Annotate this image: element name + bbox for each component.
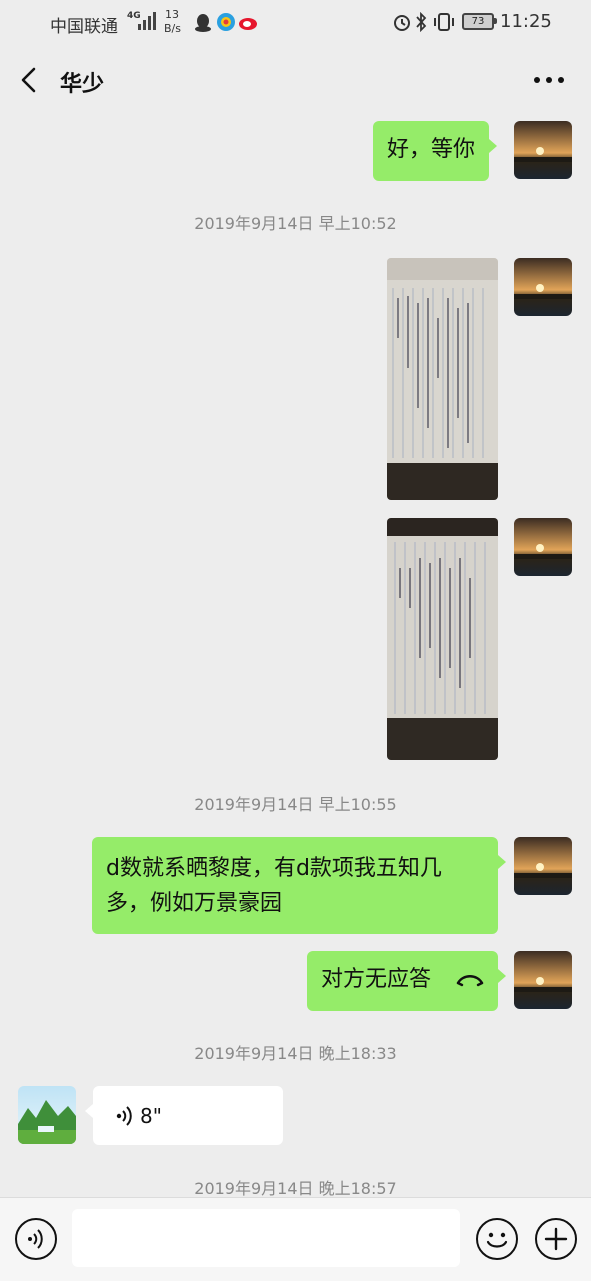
sunset-avatar-image xyxy=(514,518,572,576)
message-bubble-out[interactable]: 好，等你 xyxy=(373,121,498,181)
voice-wave-icon xyxy=(116,1106,132,1126)
clock: 11:25 xyxy=(500,11,552,32)
net-speed-value: 13 xyxy=(165,8,179,21)
hangup-icon xyxy=(456,975,484,987)
chat-title: 华少 xyxy=(60,72,105,97)
plus-icon xyxy=(544,1227,568,1251)
voice-message-bubble[interactable]: 8" xyxy=(85,1086,283,1145)
sunset-avatar-image xyxy=(514,951,572,1009)
voice-toggle-button[interactable] xyxy=(15,1218,57,1260)
sunset-avatar-image xyxy=(514,121,572,179)
call-status-text: 对方无应答 xyxy=(321,967,432,992)
my-avatar[interactable] xyxy=(514,951,572,1009)
browser-icon xyxy=(217,13,235,31)
image-message-notebook-1[interactable] xyxy=(387,258,498,500)
status-bar: 中国联通 4G 13 B/s 73 11:25 xyxy=(0,0,591,44)
message-bubble-out[interactable]: d数就系晒黎度，有d款项我五知几多，例如万景豪园 xyxy=(92,837,506,934)
my-avatar[interactable] xyxy=(514,837,572,895)
message-input[interactable] xyxy=(72,1209,460,1267)
net-speed-unit: B/s xyxy=(164,22,181,35)
notebook-photo-1 xyxy=(387,258,498,500)
emoji-icon xyxy=(486,1232,508,1248)
voice-duration: 8" xyxy=(140,1104,162,1128)
more-icon[interactable] xyxy=(533,76,565,84)
bluetooth-icon xyxy=(416,12,427,32)
qq-icon xyxy=(195,14,211,32)
timestamp: 2019年9月14日 早上10:55 xyxy=(194,795,397,814)
battery-level: 73 xyxy=(471,16,485,27)
alarm-icon xyxy=(394,15,410,31)
signal-icon xyxy=(138,12,156,30)
timestamp: 2019年9月14日 早上10:52 xyxy=(194,214,397,233)
more-functions-button[interactable] xyxy=(535,1218,577,1260)
timestamp: 2019年9月14日 晚上18:57 xyxy=(194,1179,397,1198)
battery-icon: 73 xyxy=(462,13,494,30)
message-text: 好，等你 xyxy=(387,137,476,162)
my-avatar[interactable] xyxy=(514,258,572,316)
my-avatar[interactable] xyxy=(514,121,572,179)
battery-tip xyxy=(494,18,497,24)
timestamp: 2019年9月14日 晚上18:33 xyxy=(194,1044,397,1063)
carrier-label: 中国联通 xyxy=(50,17,118,37)
message-text: d数就系晒黎度，有d款项我五知几多，例如万景豪园 xyxy=(106,856,442,916)
sunset-avatar-image xyxy=(514,258,572,316)
notebook-photo-2 xyxy=(387,518,498,760)
emoji-button[interactable] xyxy=(476,1218,518,1260)
weibo-icon xyxy=(239,18,257,30)
sunset-avatar-image xyxy=(514,837,572,895)
image-message-notebook-2[interactable] xyxy=(387,518,498,760)
back-arrow-icon[interactable] xyxy=(18,66,40,94)
contact-avatar[interactable] xyxy=(18,1086,76,1144)
landscape-avatar-image xyxy=(18,1086,76,1144)
vibrate-icon xyxy=(434,13,454,31)
voice-icon xyxy=(28,1229,43,1249)
my-avatar[interactable] xyxy=(514,518,572,576)
